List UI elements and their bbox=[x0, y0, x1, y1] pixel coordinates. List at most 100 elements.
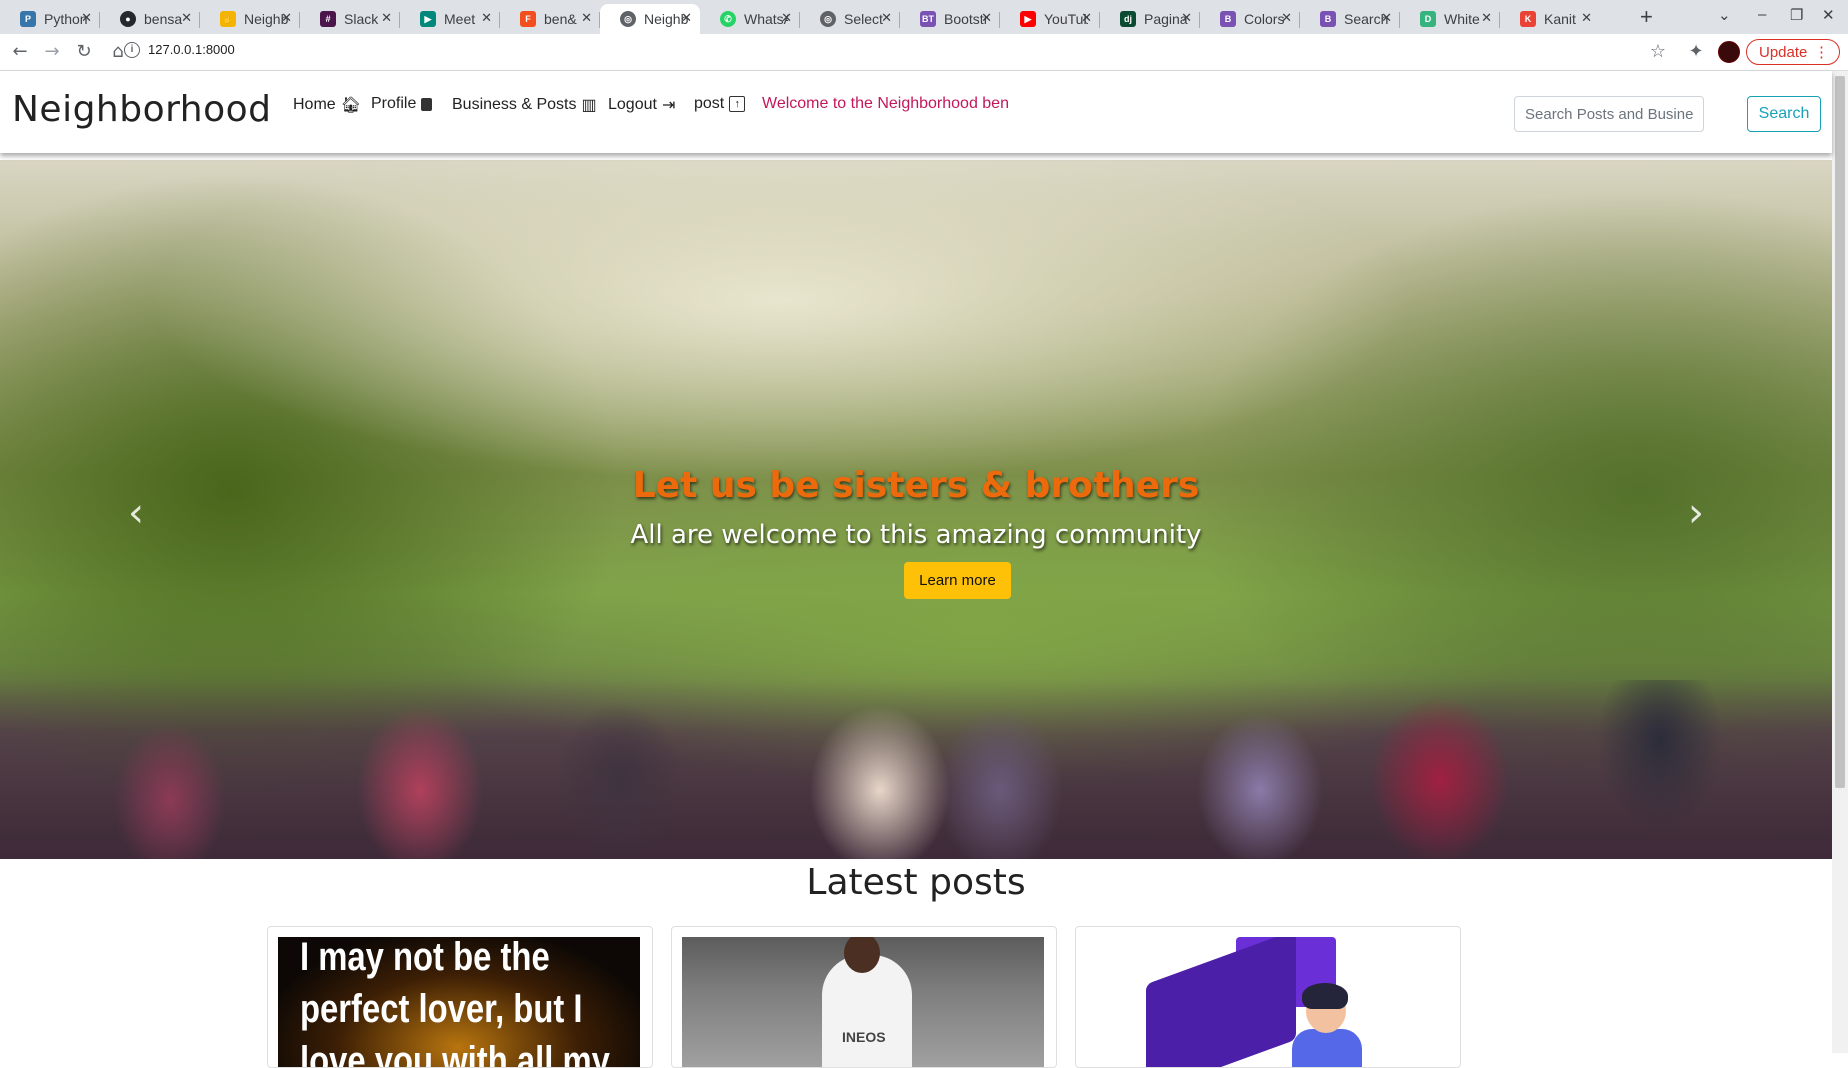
tab-colors[interactable]: B Colors ✕ bbox=[1200, 4, 1300, 34]
nav-post-label: post bbox=[694, 95, 725, 112]
hero-subtitle: All are welcome to this amazing communit… bbox=[630, 520, 1202, 550]
close-icon[interactable]: ✕ bbox=[281, 10, 292, 26]
restore-icon[interactable]: ❐ bbox=[1790, 6, 1803, 24]
quote-text: I may not be the perfect lover, but I lo… bbox=[300, 937, 610, 1067]
tab-figma[interactable]: Fben& ✕ bbox=[500, 4, 600, 34]
learn-more-button[interactable]: Learn more bbox=[904, 562, 1011, 599]
post-card[interactable] bbox=[1075, 926, 1461, 1068]
post-card[interactable]: INEOS bbox=[671, 926, 1057, 1068]
site-brand[interactable]: Neighborhood bbox=[12, 89, 272, 130]
tab-slack[interactable]: # Slack ✕ bbox=[300, 4, 400, 34]
close-icon[interactable]: ✕ bbox=[1381, 10, 1392, 26]
close-icon[interactable]: ✕ bbox=[81, 10, 92, 26]
bootstrap-icon: B bbox=[1220, 11, 1236, 27]
back-arrow-icon[interactable]: ← bbox=[8, 40, 32, 64]
person-hair bbox=[1302, 983, 1348, 1009]
tab-github[interactable]: ● bensa ✕ bbox=[100, 4, 200, 34]
search-button[interactable]: Search bbox=[1747, 96, 1821, 132]
close-icon[interactable]: ✕ bbox=[1281, 10, 1292, 26]
nav-business-posts[interactable]: Business & Posts ▥ bbox=[452, 95, 597, 115]
address-bar[interactable]: 127.0.0.1:8000 bbox=[148, 42, 235, 57]
tab-pagination[interactable]: djPagination✕ bbox=[1100, 4, 1200, 34]
close-icon[interactable]: ✕ bbox=[381, 10, 392, 26]
nav-profile-label: Profile bbox=[371, 95, 417, 112]
upload-icon: ↑ bbox=[729, 96, 746, 112]
avatar[interactable] bbox=[1718, 41, 1740, 63]
tab-bootstrap[interactable]: BTBootstrap✕ bbox=[900, 4, 1000, 34]
window-close-icon[interactable]: ✕ bbox=[1822, 6, 1835, 24]
update-button[interactable]: Update ⋮ bbox=[1746, 39, 1840, 65]
logout-icon: ⇥ bbox=[661, 97, 676, 114]
close-icon[interactable]: ✕ bbox=[881, 10, 892, 26]
post-image-quote[interactable]: I may not be the perfect lover, but I lo… bbox=[278, 937, 640, 1067]
tab-white[interactable]: D White ✕ bbox=[1400, 4, 1500, 34]
nav-home-label: Home bbox=[293, 96, 336, 113]
close-icon[interactable]: ✕ bbox=[581, 10, 592, 26]
home-icon: 🏠︎ bbox=[340, 97, 361, 114]
nav-profile[interactable]: Profile bbox=[371, 95, 433, 113]
close-icon[interactable]: ✕ bbox=[1181, 10, 1192, 26]
new-tab-button[interactable]: + bbox=[1640, 4, 1653, 30]
search-input[interactable] bbox=[1514, 96, 1704, 132]
globe-icon: ◎ bbox=[620, 11, 636, 27]
site-navbar: Neighborhood Home 🏠︎ Profile Business & P… bbox=[0, 71, 1832, 153]
nav-logout-label: Logout bbox=[608, 96, 657, 113]
post-image-illustration[interactable] bbox=[1086, 937, 1448, 1067]
building-icon: ▥ bbox=[581, 97, 597, 114]
extensions-icon[interactable]: ✦ bbox=[1684, 40, 1708, 64]
browser-toolbar: ← → ↻ ⌂ i 127.0.0.1:8000 ☆ ✦ Update ⋮ bbox=[0, 34, 1848, 71]
tab-whatsapp[interactable]: ✆WhatsApp✕ bbox=[700, 4, 800, 34]
nav-post[interactable]: post ↑ bbox=[694, 95, 746, 113]
bt-icon: BT bbox=[920, 11, 936, 27]
close-icon[interactable]: ✕ bbox=[181, 10, 192, 26]
close-icon[interactable]: ✕ bbox=[481, 10, 492, 26]
close-icon[interactable]: ✕ bbox=[1481, 10, 1492, 26]
browser-tab-strip: PPython✕ ●bensa✕ ✋Neighborhood✕ #Slack✕ … bbox=[0, 0, 1848, 34]
nav-home[interactable]: Home 🏠︎ bbox=[293, 95, 361, 115]
whatsapp-icon: ✆ bbox=[720, 11, 736, 27]
close-icon[interactable]: ✕ bbox=[1581, 10, 1592, 26]
github-icon: ● bbox=[120, 11, 136, 27]
django-icon: dj bbox=[1120, 11, 1136, 27]
hero-title: Let us be sisters & brothers bbox=[632, 465, 1200, 506]
bootstrap-icon: B bbox=[1320, 11, 1336, 27]
minimize-icon[interactable]: – bbox=[1758, 6, 1766, 23]
hand-icon: ✋ bbox=[220, 11, 236, 27]
d-icon: D bbox=[1420, 11, 1436, 27]
tab-select[interactable]: ◎ Select ✕ bbox=[800, 4, 900, 34]
youtube-icon: ▶ bbox=[1020, 11, 1036, 27]
figma-icon: F bbox=[520, 11, 536, 27]
tab-search[interactable]: B Search ✕ bbox=[1300, 4, 1400, 34]
globe-icon: ◎ bbox=[820, 11, 836, 27]
tab-search-menu-icon[interactable]: ⌄ bbox=[1718, 6, 1731, 24]
reload-icon[interactable]: ↻ bbox=[72, 40, 96, 64]
tab-meet[interactable]: ▶ Meet ✕ bbox=[400, 4, 500, 34]
update-label: Update bbox=[1759, 44, 1808, 61]
crowd-photo-layer bbox=[0, 680, 1832, 859]
post-card[interactable]: I may not be the perfect lover, but I lo… bbox=[267, 926, 653, 1068]
close-icon[interactable]: ✕ bbox=[781, 10, 792, 26]
star-icon[interactable]: ☆ bbox=[1646, 40, 1670, 64]
hero-carousel-image bbox=[0, 160, 1832, 859]
more-icon: ⋮ bbox=[1814, 44, 1829, 61]
tab-neighborhood[interactable]: ✋Neighborhood✕ bbox=[200, 4, 300, 34]
forward-arrow-icon[interactable]: → bbox=[40, 40, 64, 64]
tab-neighborhood-active[interactable]: ◎Neighborhood✕ bbox=[600, 4, 700, 34]
google-fonts-icon: K bbox=[1520, 11, 1536, 27]
site-info-icon[interactable]: i bbox=[124, 42, 140, 58]
welcome-message: Welcome to the Neighborhood ben bbox=[762, 95, 1009, 112]
tab-python[interactable]: P Python ✕ bbox=[0, 4, 100, 34]
meet-icon: ▶ bbox=[420, 11, 436, 27]
person-badge-icon bbox=[421, 97, 433, 111]
post-image-runner[interactable]: INEOS bbox=[682, 937, 1044, 1067]
tab-youtube[interactable]: ▶YouTube✕ bbox=[1000, 4, 1100, 34]
close-icon[interactable]: ✕ bbox=[681, 10, 692, 26]
scrollbar-thumb[interactable] bbox=[1835, 76, 1845, 788]
slack-icon: # bbox=[320, 11, 336, 27]
shirt-brand-text: INEOS bbox=[842, 1029, 886, 1045]
close-icon[interactable]: ✕ bbox=[1081, 10, 1092, 26]
tab-kanit[interactable]: K Kanit ✕ bbox=[1500, 4, 1600, 34]
nav-business-label: Business & Posts bbox=[452, 96, 577, 113]
nav-logout[interactable]: Logout ⇥ bbox=[608, 95, 675, 115]
close-icon[interactable]: ✕ bbox=[981, 10, 992, 26]
